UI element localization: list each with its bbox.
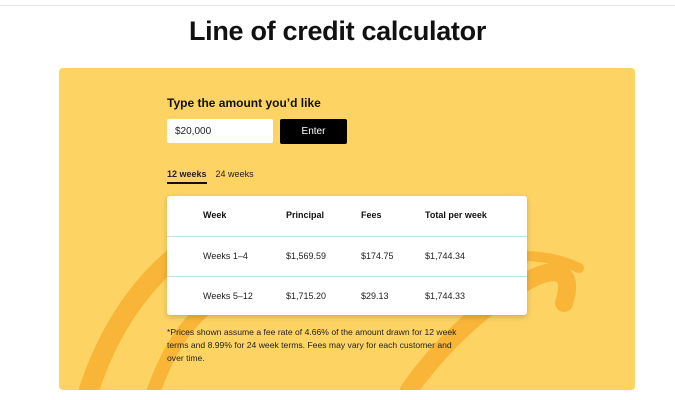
amount-label: Type the amount you’d like bbox=[167, 96, 321, 110]
cell-principal: $1,569.59 bbox=[286, 251, 327, 261]
amount-input[interactable] bbox=[167, 119, 273, 143]
header-fees: Fees bbox=[361, 210, 382, 220]
calculator-panel: Type the amount you’d like Enter 12 week… bbox=[59, 68, 635, 390]
term-tabs: 12 weeks 24 weeks bbox=[167, 169, 254, 184]
pricing-footnote: *Prices shown assume a fee rate of 4.66%… bbox=[167, 327, 457, 363]
table-row: Weeks 1–4 $1,569.59 $174.75 $1,744.34 bbox=[167, 236, 527, 276]
cell-fees: $174.75 bbox=[361, 251, 394, 261]
table-row: Weeks 5–12 $1,715.20 $29.13 $1,744.33 bbox=[167, 276, 527, 316]
tab-24-weeks[interactable]: 24 weeks bbox=[216, 169, 254, 184]
cell-principal: $1,715.20 bbox=[286, 291, 327, 301]
header-week: Week bbox=[203, 210, 227, 220]
payment-table: Week Principal Fees Total per week Weeks… bbox=[167, 196, 527, 315]
header-principal: Principal bbox=[286, 210, 325, 220]
cell-week: Weeks 5–12 bbox=[203, 291, 253, 301]
cell-week: Weeks 1–4 bbox=[203, 251, 248, 261]
cell-total: $1,744.34 bbox=[425, 251, 466, 261]
enter-button[interactable]: Enter bbox=[280, 119, 347, 144]
tab-12-weeks[interactable]: 12 weeks bbox=[167, 169, 207, 184]
header-divider bbox=[0, 5, 675, 6]
cell-fees: $29.13 bbox=[361, 291, 389, 301]
cell-total: $1,744.33 bbox=[425, 291, 466, 301]
page-title: Line of credit calculator bbox=[188, 16, 487, 46]
header-total-per-week: Total per week bbox=[425, 210, 487, 220]
table-header-row: Week Principal Fees Total per week bbox=[167, 196, 527, 235]
